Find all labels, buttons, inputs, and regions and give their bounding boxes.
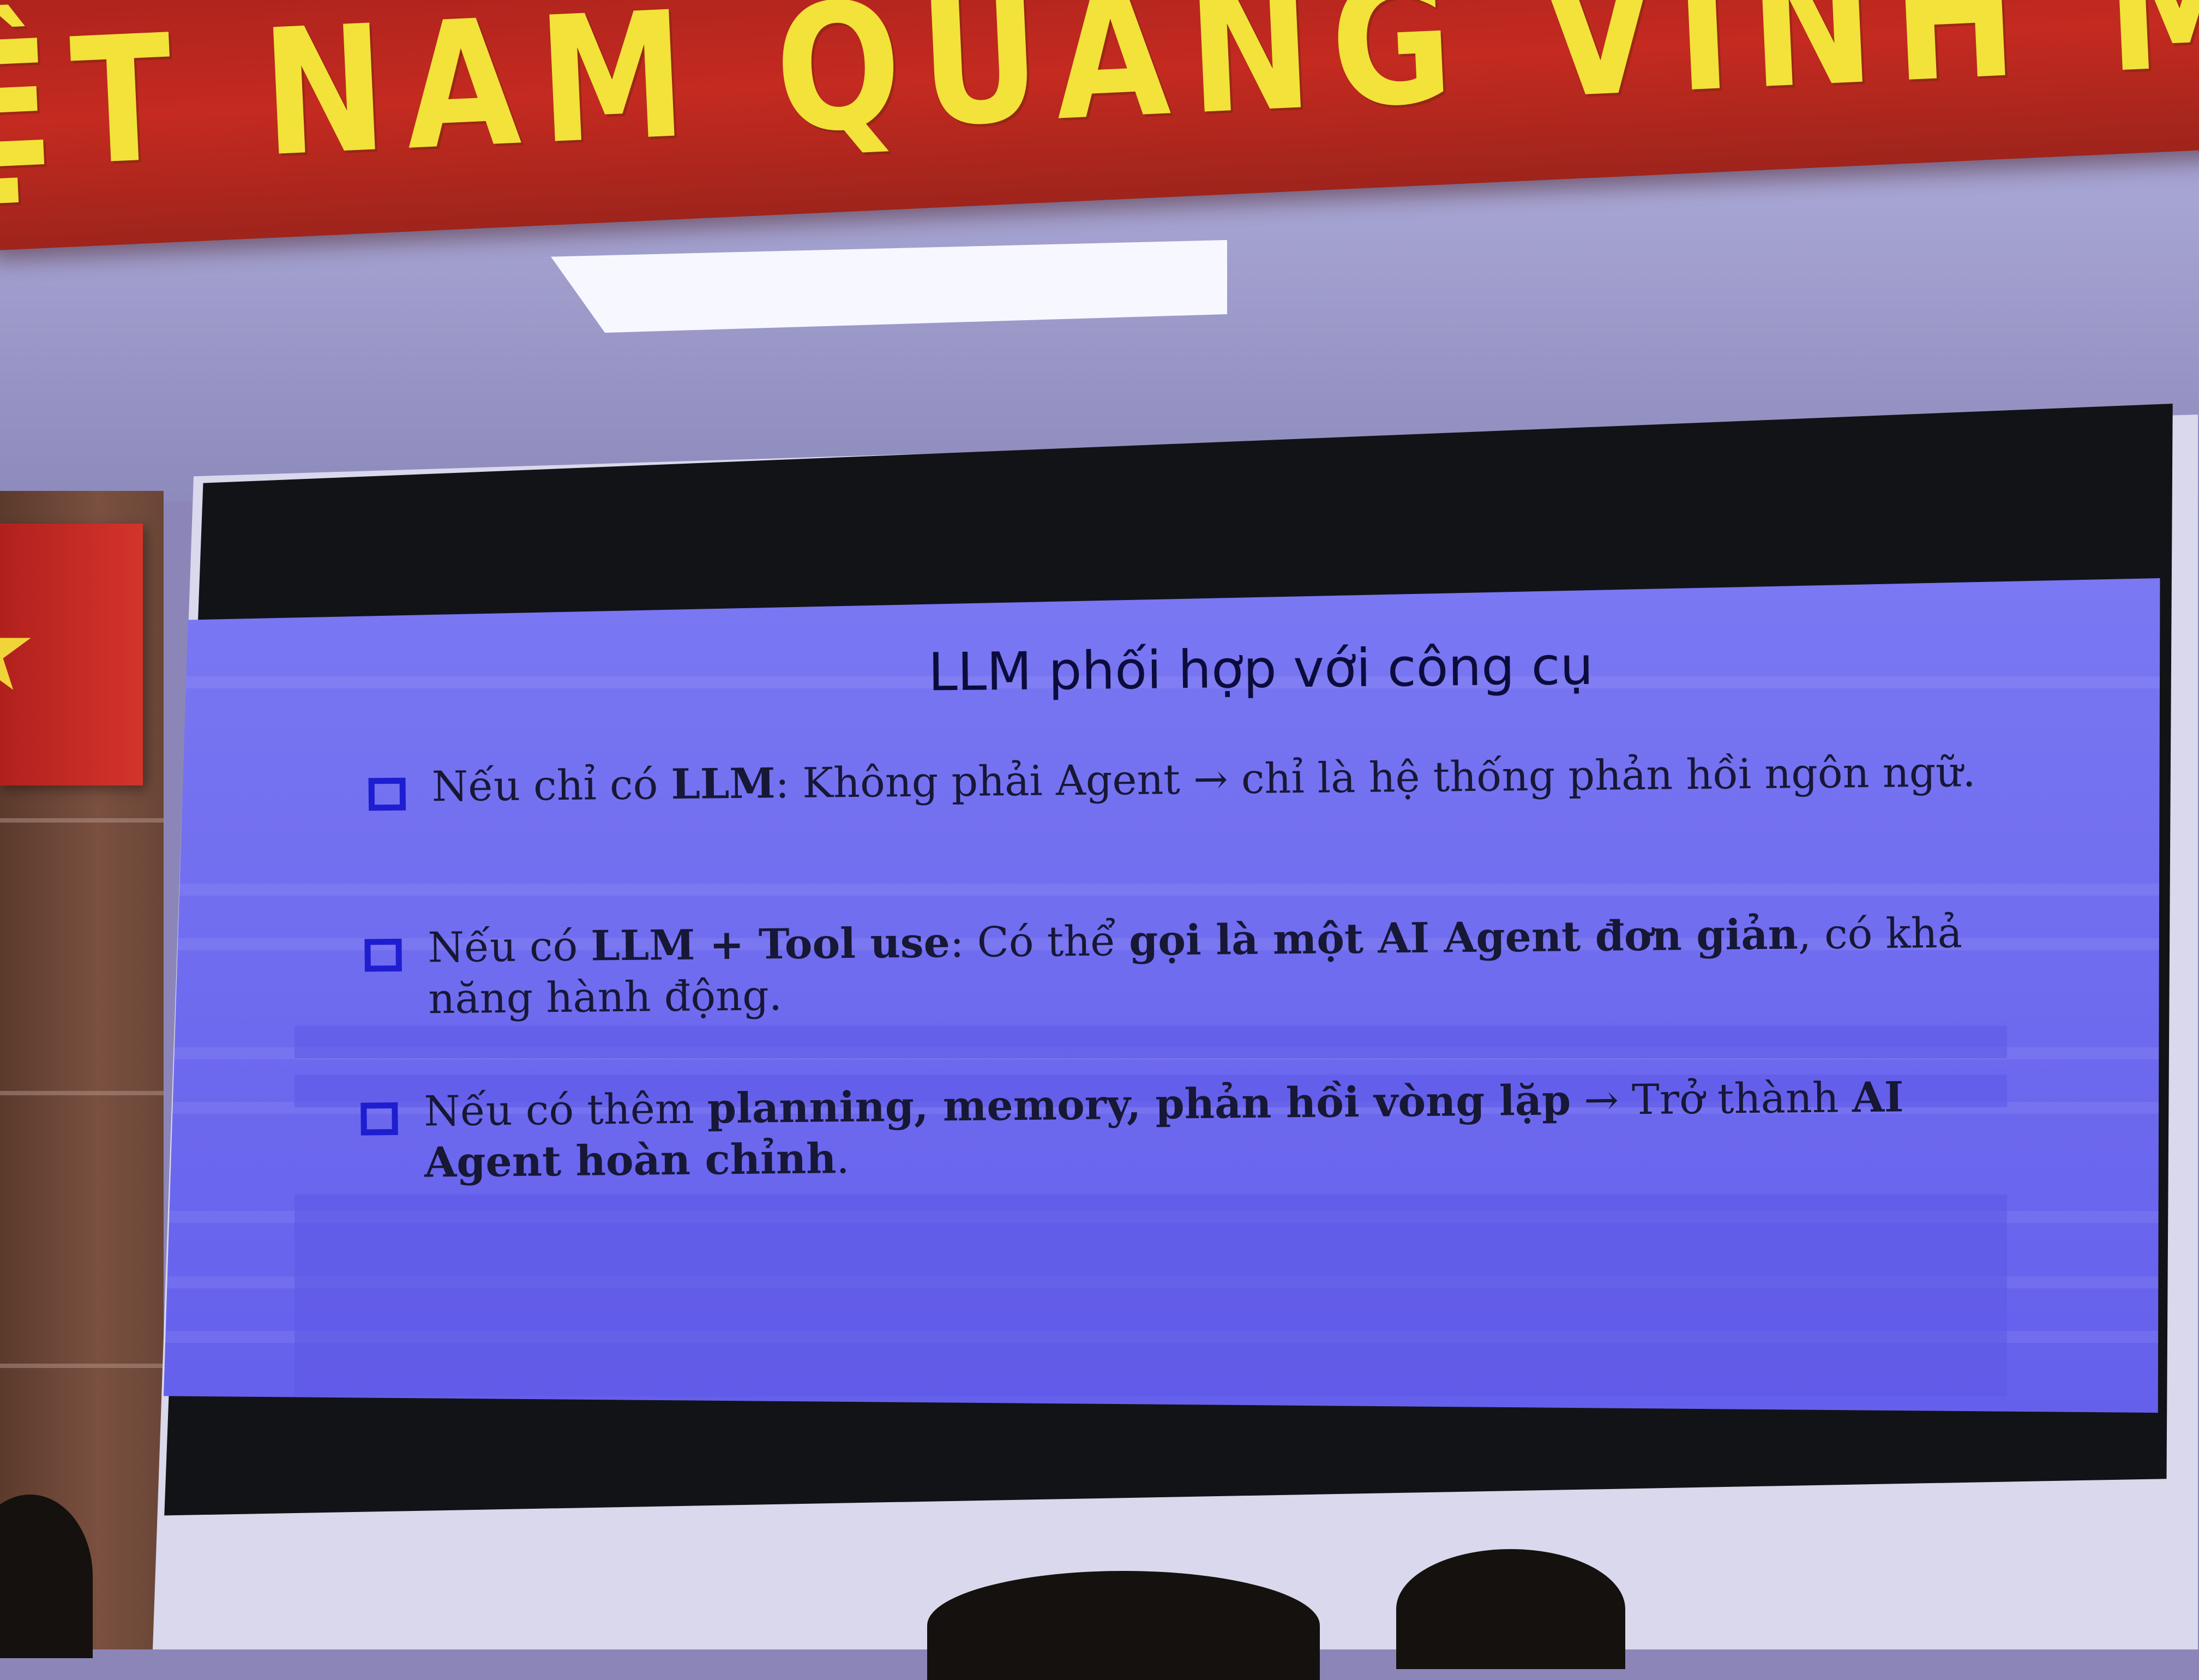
bullet-item: Nếu có thêm planning, memory, phản hồi v… [361,1071,1987,1189]
bullet-text: : Không phải Agent → chỉ là hệ thống phả… [775,747,1976,808]
bullet-item: Nếu có LLM + Tool use: Có thể gọi là một… [364,907,1991,1025]
audience-heads [0,1495,2199,1680]
bullet-bold-text: planning, memory, phản hồi vòng lặp [707,1076,1571,1133]
square-bullet-icon [361,1102,398,1136]
bullet-text: Nếu có [428,921,591,972]
bullet-text: . [836,1133,850,1183]
bullet-item: Nếu chỉ có LLM: Không phải Agent → chỉ l… [368,746,1994,813]
bullet-text: → Trở thành [1570,1073,1853,1125]
bullet-bold-text: LLM [671,759,776,809]
square-bullet-icon [364,938,402,972]
bullet-text: Nếu có thêm [423,1084,708,1136]
bullet-text: : Có thể [950,916,1129,967]
presentation-slide: LLM phối hợp với công cụ Nếu chỉ có LLM:… [164,578,2160,1413]
square-bullet-icon [368,777,406,811]
bullet-bold-text: gọi là một AI Agent đơn giản [1128,910,1799,965]
bullet-bold-text: LLM + Tool use [590,918,951,970]
slide-title: LLM phối hợp với công cụ [928,635,1594,703]
bullet-text: Nếu chỉ có [431,760,671,811]
national-flag [0,524,143,785]
